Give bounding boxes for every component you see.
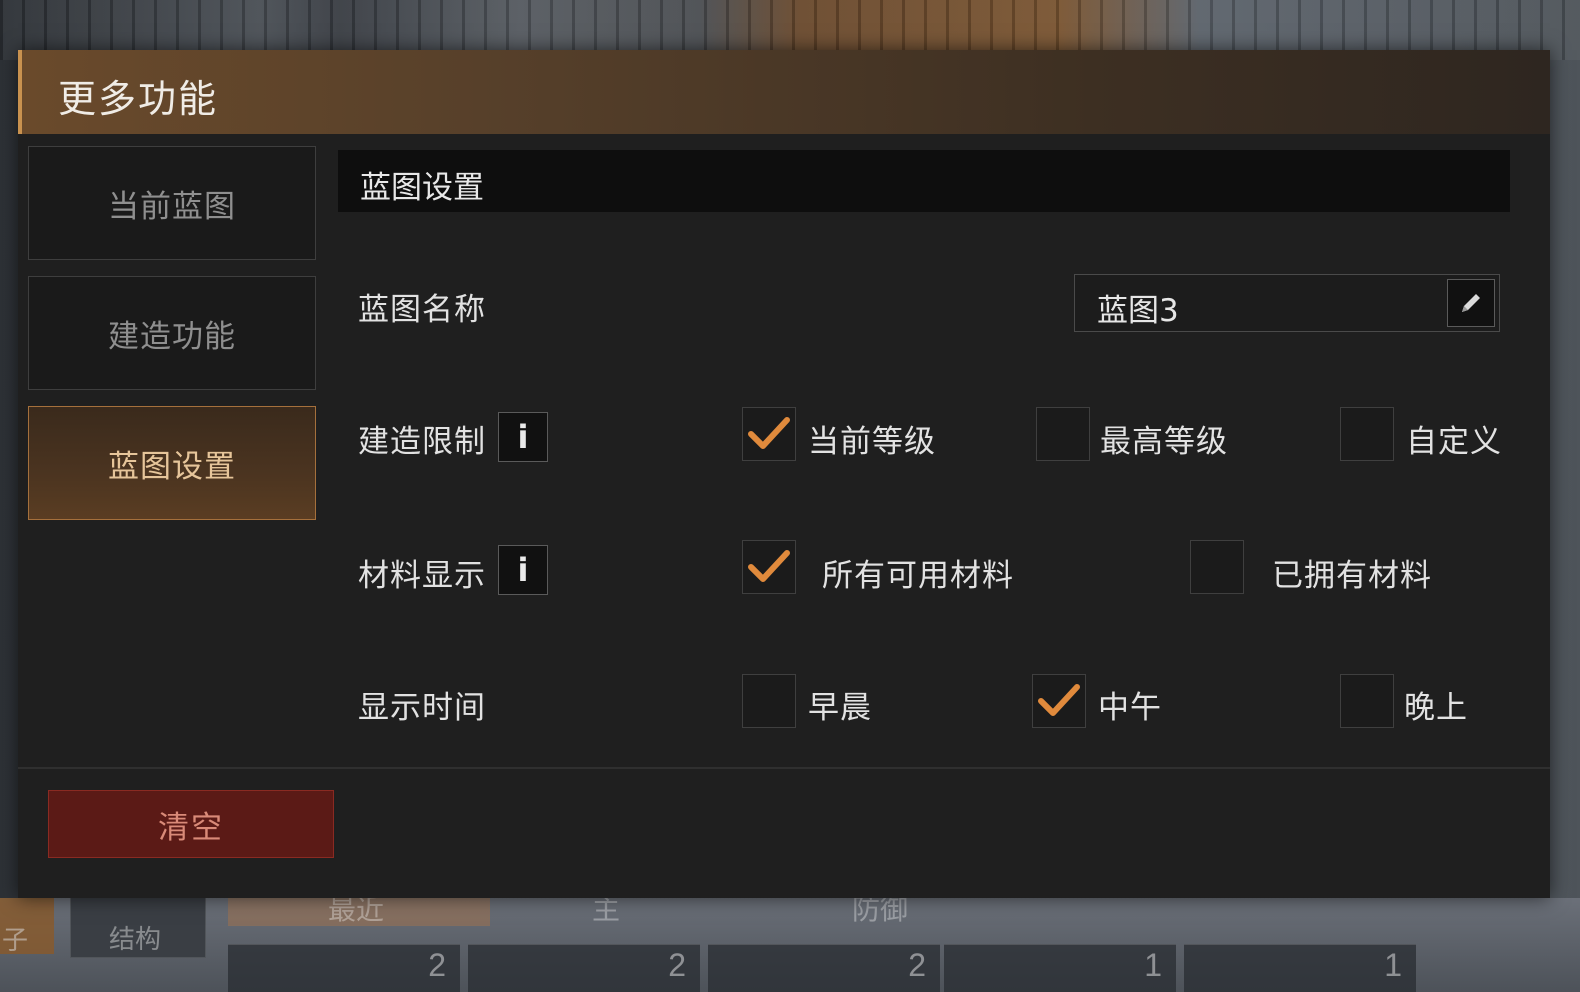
build-limit-info-button[interactable]: i — [498, 412, 548, 462]
pencil-icon — [1462, 294, 1480, 312]
checkmark-icon — [1038, 684, 1080, 716]
checkbox-owned-materials[interactable] — [1190, 540, 1244, 594]
material-display-info-button[interactable]: i — [498, 545, 548, 595]
option-label-custom: 自定义 — [1406, 424, 1502, 460]
section-header: 蓝图设置 — [338, 150, 1510, 212]
checkbox-noon[interactable] — [1032, 674, 1086, 728]
checkbox-morning[interactable] — [742, 674, 796, 728]
item-slot: 1 — [1184, 944, 1416, 992]
checkbox-custom[interactable] — [1340, 407, 1394, 461]
checkmark-icon — [748, 550, 790, 582]
dialog-title: 更多功能 — [58, 77, 219, 121]
option-label-owned-materials: 已拥有材料 — [1272, 558, 1432, 594]
option-label-morning: 早晨 — [808, 690, 872, 726]
item-slot: 1 — [944, 944, 1176, 992]
option-label-current-level: 当前等级 — [808, 424, 936, 460]
sidebar-item-current-blueprint[interactable]: 当前蓝图 — [28, 146, 316, 260]
toolbar-side-tab: 子 — [0, 898, 54, 956]
build-limit-label: 建造限制 — [358, 424, 486, 460]
structure-button: 结构 — [70, 896, 206, 958]
sidebar-item-blueprint-settings[interactable]: 蓝图设置 — [28, 406, 316, 520]
material-display-label: 材料显示 — [358, 558, 486, 594]
option-label-noon: 中午 — [1098, 690, 1162, 726]
checkbox-all-available-materials[interactable] — [742, 540, 796, 594]
edit-name-button[interactable] — [1447, 279, 1495, 327]
dialog-header: 更多功能 — [18, 50, 1550, 134]
section-title: 蓝图设置 — [360, 170, 484, 206]
blueprint-name-value: 蓝图3 — [1097, 293, 1179, 329]
footer-divider — [18, 767, 1550, 769]
sidebar-item-build-functions[interactable]: 建造功能 — [28, 276, 316, 390]
checkbox-evening[interactable] — [1340, 674, 1394, 728]
option-label-max-level: 最高等级 — [1100, 424, 1228, 460]
option-label-all-available-materials: 所有可用材料 — [822, 558, 1014, 594]
item-slot: 2 — [468, 944, 700, 992]
option-label-evening: 晚上 — [1404, 690, 1468, 726]
info-icon: i — [517, 551, 529, 589]
display-time-label: 显示时间 — [358, 690, 486, 726]
item-slot: 2 — [708, 944, 940, 992]
checkbox-max-level[interactable] — [1036, 407, 1090, 461]
checkbox-current-level[interactable] — [742, 407, 796, 461]
blueprint-name-label: 蓝图名称 — [358, 292, 486, 328]
blueprint-name-field[interactable]: 蓝图3 — [1074, 274, 1500, 332]
item-slot: 2 — [228, 944, 460, 992]
more-functions-dialog: 更多功能 当前蓝图 建造功能 蓝图设置 蓝图设置 蓝图名称 蓝图3 建造限制 i… — [18, 50, 1550, 898]
clear-button[interactable]: 清空 — [48, 790, 334, 858]
checkmark-icon — [748, 417, 790, 449]
info-icon: i — [517, 418, 529, 456]
